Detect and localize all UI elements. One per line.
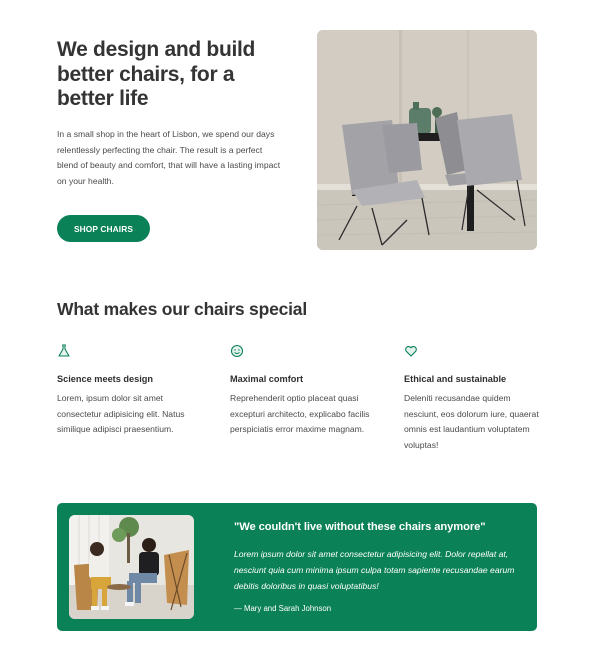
- smile-icon: [230, 344, 244, 358]
- hero-title: We design and build better chairs, for a…: [57, 38, 256, 110]
- hero-description: In a small shop in the heart of Lisbon, …: [57, 129, 281, 187]
- flask-icon: [57, 344, 71, 358]
- feature-title: Ethical and sustainable: [404, 374, 507, 384]
- feature-title: Science meets design: [57, 374, 154, 384]
- feature-comfort: Maximal comfort Reprehenderit optio plac…: [230, 344, 370, 438]
- feature-text: Deleniti recusandae quidem nesciunt, eos…: [404, 393, 539, 450]
- shop-chairs-button[interactable]: SHOP CHAIRS: [57, 215, 150, 242]
- hero-chair-image: [317, 30, 537, 250]
- feature-text: Reprehenderit optio placeat quasi except…: [230, 393, 370, 434]
- testimonial-card: "We couldn't live without these chairs a…: [57, 503, 537, 631]
- feature-ethical: Ethical and sustainable Deleniti recusan…: [404, 344, 544, 453]
- testimonial-quote: "We couldn't live without these chairs a…: [234, 521, 486, 533]
- testimonial-author: — Mary and Sarah Johnson: [234, 604, 332, 613]
- feature-text: Lorem, ipsum dolor sit amet consectetur …: [57, 393, 185, 434]
- feature-title: Maximal comfort: [230, 374, 304, 384]
- features-title: What makes our chairs special: [57, 299, 308, 319]
- feature-science: Science meets design Lorem, ipsum dolor …: [57, 344, 197, 438]
- testimonial-photo: [69, 515, 194, 619]
- testimonial-text: Lorem ipsum dolor sit amet consectetur a…: [234, 549, 515, 591]
- heart-icon: [404, 344, 418, 358]
